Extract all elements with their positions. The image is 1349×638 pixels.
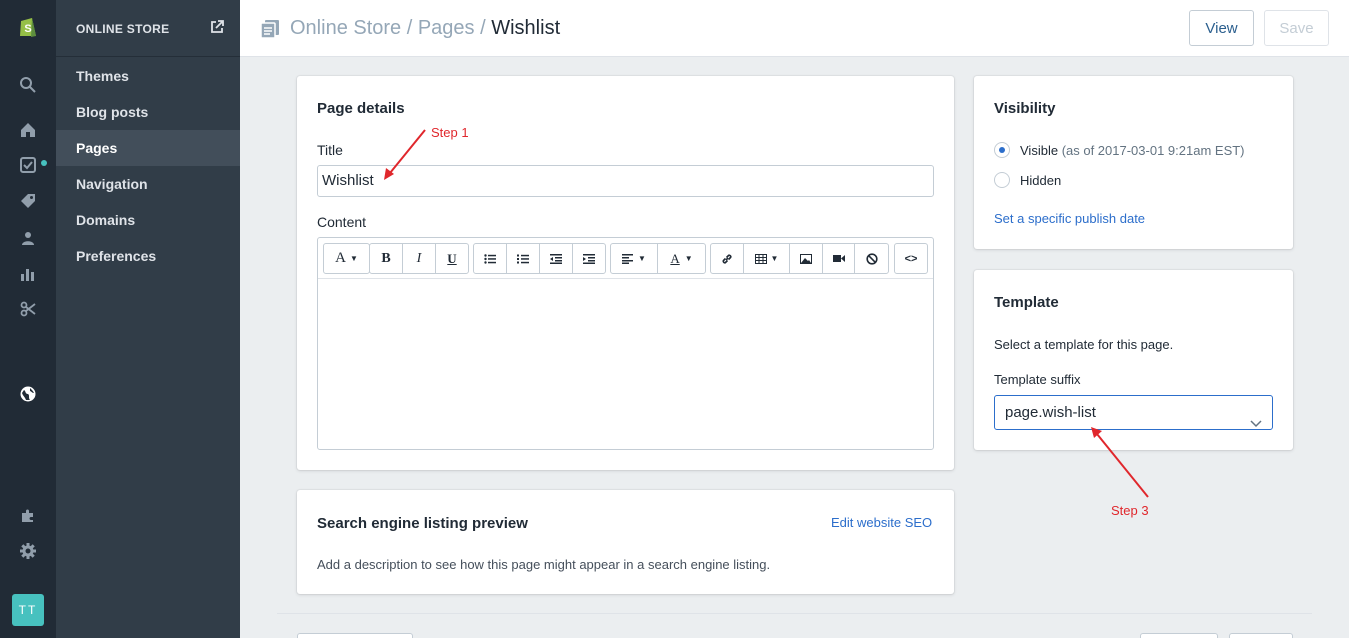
editor-toolbar: A ▼ B I U ▼ A ▼ ▼ <> — [318, 238, 933, 279]
outdent-icon[interactable] — [540, 244, 573, 273]
template-card: Template Select a template for this page… — [974, 270, 1293, 450]
view-button[interactable]: View — [1189, 10, 1254, 46]
settings-icon[interactable] — [17, 540, 39, 562]
template-suffix-select[interactable]: page.wish-list — [994, 395, 1273, 430]
visible-option[interactable]: Visible (as of 2017-03-01 9:21am EST) — [1020, 143, 1245, 158]
sidebar-item-pages[interactable]: Pages — [56, 130, 240, 166]
template-suffix-value: page.wish-list — [1005, 404, 1096, 421]
sidebar-item-themes[interactable]: Themes — [56, 58, 240, 94]
footer-view-button[interactable] — [1140, 633, 1218, 638]
font-group: A ▼ — [323, 243, 370, 274]
seo-preview-card: Search engine listing preview Edit websi… — [297, 490, 954, 594]
link-icon[interactable] — [711, 244, 744, 273]
editor-content-area[interactable] — [318, 280, 933, 449]
breadcrumb-online-store[interactable]: Online Store — [290, 17, 401, 39]
visibility-card: Visibility Visible (as of 2017-03-01 9:2… — [974, 76, 1293, 249]
orders-icon[interactable] — [17, 154, 39, 176]
chevron-down-icon — [1250, 407, 1262, 440]
home-icon[interactable] — [17, 119, 39, 141]
apps-icon[interactable] — [17, 504, 39, 526]
image-icon[interactable] — [790, 244, 823, 273]
bullet-list-icon[interactable] — [474, 244, 507, 273]
content-label: Content — [317, 214, 367, 230]
template-heading: Template — [994, 294, 1059, 311]
code-group: <> — [894, 243, 928, 274]
video-icon[interactable] — [823, 244, 855, 273]
analytics-icon[interactable] — [17, 263, 39, 285]
title-input[interactable]: Wishlist — [317, 165, 934, 197]
tag-icon[interactable] — [17, 190, 39, 212]
step1-annotation: Step 1 — [431, 125, 469, 140]
template-suffix-label: Template suffix — [994, 372, 1081, 387]
customers-icon[interactable] — [17, 227, 39, 249]
title-label: Title — [317, 142, 343, 158]
visible-label: Visible — [1020, 143, 1059, 158]
align-color-group: ▼ A ▼ — [610, 243, 706, 274]
footer-divider — [277, 613, 1312, 614]
rich-text-editor: A ▼ B I U ▼ A ▼ ▼ <> — [317, 237, 934, 450]
delete-page-button[interactable] — [297, 633, 413, 638]
underline-icon[interactable]: U — [436, 244, 468, 273]
set-publish-date-link[interactable]: Set a specific publish date — [994, 211, 1145, 226]
text-color-icon[interactable]: A ▼ — [658, 244, 705, 273]
discounts-icon[interactable] — [17, 298, 39, 320]
sidebar-title: ONLINE STORE — [76, 22, 170, 36]
sidebar-item-preferences[interactable]: Preferences — [56, 238, 240, 274]
search-icon[interactable] — [17, 74, 39, 96]
notification-dot — [41, 160, 47, 166]
font-icon[interactable]: A ▼ — [324, 244, 369, 273]
format-group: B I U — [369, 243, 469, 274]
sidebar-header: ONLINE STORE — [56, 0, 240, 57]
clear-format-icon[interactable] — [855, 244, 888, 273]
code-icon[interactable]: <> — [895, 244, 927, 273]
breadcrumb-separator: / — [474, 17, 492, 39]
sidebar-item-navigation[interactable]: Navigation — [56, 166, 240, 202]
step3-annotation: Step 3 — [1111, 503, 1149, 518]
breadcrumb: Online Store / Pages / Wishlist — [290, 17, 560, 40]
top-bar: Online Store / Pages / Wishlist View Sav… — [240, 0, 1349, 57]
visibility-heading: Visibility — [994, 100, 1056, 117]
edit-website-seo-link[interactable]: Edit website SEO — [831, 515, 932, 530]
italic-icon[interactable]: I — [403, 244, 436, 273]
avatar[interactable]: TT — [12, 594, 44, 626]
seo-heading: Search engine listing preview — [317, 515, 528, 532]
hidden-radio[interactable] — [994, 172, 1010, 188]
globe-icon[interactable] — [17, 383, 39, 405]
visible-radio[interactable] — [994, 142, 1010, 158]
svg-text:S: S — [24, 23, 31, 35]
hidden-label[interactable]: Hidden — [1020, 173, 1061, 188]
indent-icon[interactable] — [573, 244, 605, 273]
sidebar-item-blog-posts[interactable]: Blog posts — [56, 94, 240, 130]
numbered-list-icon[interactable] — [507, 244, 540, 273]
page-details-card: Page details Title Wishlist Content A ▼ B… — [297, 76, 954, 470]
breadcrumb-separator: / — [401, 17, 418, 39]
sidebar-item-domains[interactable]: Domains — [56, 202, 240, 238]
seo-description: Add a description to see how this page m… — [317, 557, 771, 572]
save-button[interactable]: Save — [1264, 10, 1329, 46]
bold-icon[interactable]: B — [370, 244, 403, 273]
page-details-heading: Page details — [317, 100, 405, 117]
list-group — [473, 243, 606, 274]
table-icon[interactable]: ▼ — [744, 244, 790, 273]
external-link-icon[interactable] — [210, 20, 224, 39]
online-store-sidebar: ONLINE STORE Themes Blog posts Pages Nav… — [56, 0, 240, 638]
page-title: Wishlist — [491, 17, 561, 39]
align-icon[interactable]: ▼ — [611, 244, 658, 273]
shopify-logo-icon[interactable]: S — [17, 16, 39, 38]
icon-rail: S TT — [0, 0, 56, 638]
template-description: Select a template for this page. — [994, 337, 1174, 352]
breadcrumb-pages[interactable]: Pages — [418, 17, 475, 39]
pages-icon — [260, 19, 280, 44]
visible-date-note: (as of 2017-03-01 9:21am EST) — [1061, 143, 1245, 158]
insert-group: ▼ — [710, 243, 889, 274]
footer-save-button[interactable] — [1229, 633, 1293, 638]
